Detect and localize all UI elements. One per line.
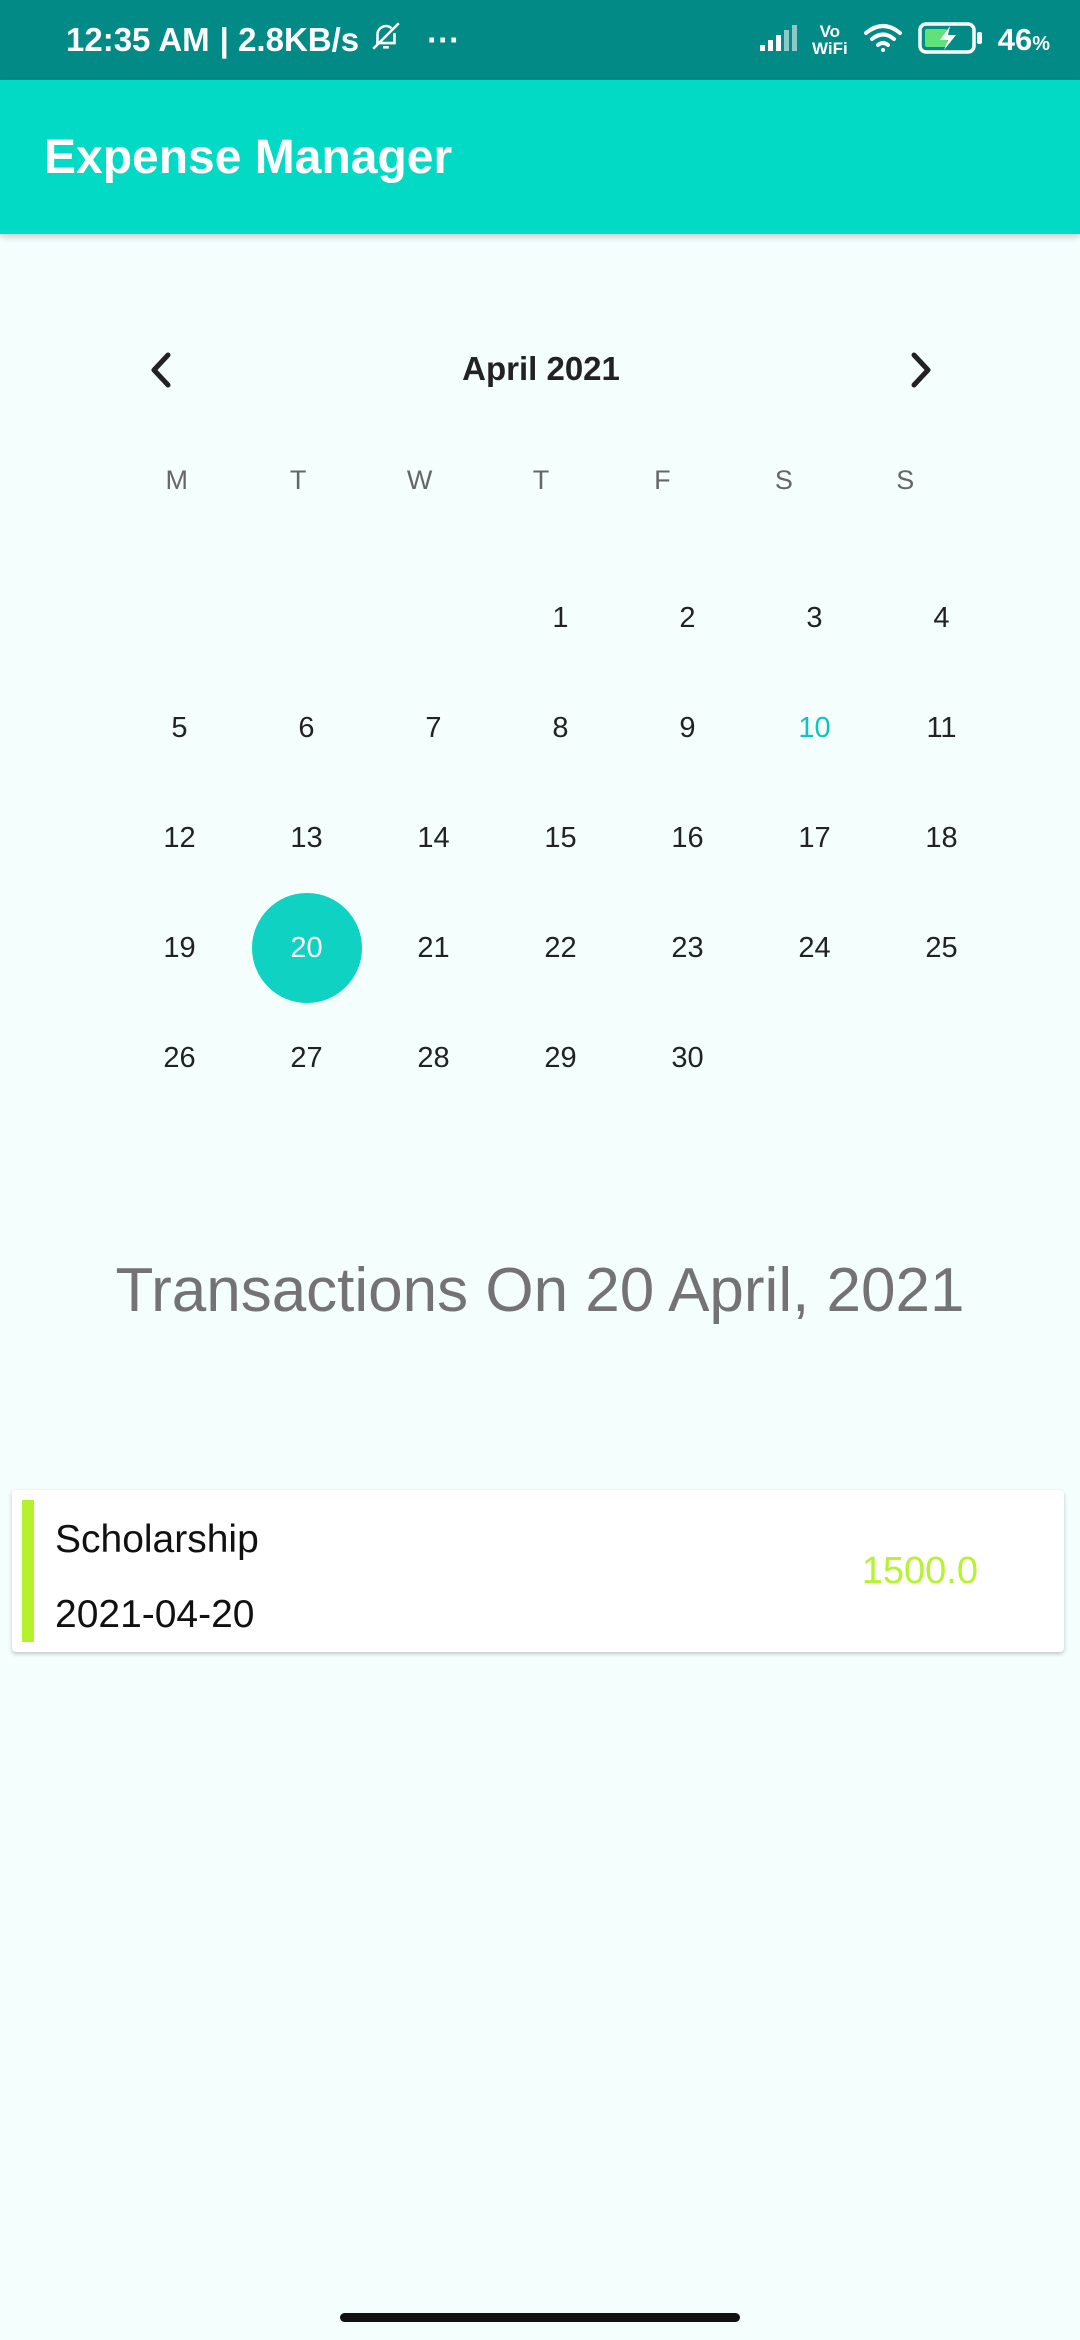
home-indicator[interactable] — [340, 2313, 740, 2322]
calendar-day-label: 13 — [290, 821, 323, 854]
calendar-day-label: 30 — [671, 1041, 704, 1074]
status-right: Vo WiFi 46% — [758, 0, 1050, 80]
calendar-day-22[interactable]: 22 — [497, 893, 624, 1003]
weekday-label: M — [165, 465, 188, 495]
calendar-day-24[interactable]: 24 — [751, 893, 878, 1003]
calendar-day-28[interactable]: 28 — [370, 1003, 497, 1113]
calendar-day-label: 26 — [163, 1041, 196, 1074]
calendar-header: April 2021 — [116, 330, 966, 410]
calendar-day-label: 25 — [925, 931, 958, 964]
bell-off-icon — [369, 19, 403, 61]
battery-unit: % — [1032, 33, 1050, 55]
status-time: 12:35 AM — [66, 21, 210, 58]
calendar-day-label: 16 — [671, 821, 704, 854]
calendar-day-8[interactable]: 8 — [497, 673, 624, 783]
app-bar: Expense Manager — [0, 80, 1080, 234]
calendar-day-15[interactable]: 15 — [497, 783, 624, 893]
calendar-day-label: 12 — [163, 821, 196, 854]
transaction-amount: 1500.0 — [861, 1550, 978, 1592]
calendar-day-label: 21 — [417, 931, 450, 964]
calendar-day-label: 28 — [417, 1041, 450, 1074]
vowifi-bottom: WiFi — [811, 39, 848, 58]
status-bar: 12:35 AM | 2.8KB/s ··· Vo WiFi 46% — [0, 0, 1080, 80]
calendar-day-4[interactable]: 4 — [878, 563, 1005, 673]
calendar-day-19[interactable]: 19 — [116, 893, 243, 1003]
battery-value: 46 — [997, 22, 1033, 57]
calendar-day-label: 1 — [552, 601, 569, 634]
weekday-label: S — [774, 465, 793, 495]
calendar-day-label: 29 — [544, 1041, 577, 1074]
days-grid: 1 2 3 4 5 6 7 8 9 10 11 12 13 14 15 16 17 18 19 20 21 22 23 24 2… — [116, 563, 1005, 1113]
calendar-day-3[interactable]: 3 — [751, 563, 878, 673]
calendar-day-label: 2 — [679, 601, 696, 634]
calendar-day-label: 8 — [552, 711, 569, 744]
calendar-day-23[interactable]: 23 — [624, 893, 751, 1003]
transaction-accent-bar — [22, 1500, 34, 1642]
calendar: April 2021 M T W T F S S 1 2 3 4 5 6 7 8 9 10 11 12… — [116, 330, 966, 1074]
chevron-right-icon — [911, 352, 931, 388]
weekday-label: T — [532, 465, 550, 495]
weekday-label: F — [654, 465, 671, 495]
battery-charging-icon — [917, 21, 984, 60]
status-more: ··· — [427, 21, 461, 58]
calendar-day-6[interactable]: 6 — [243, 673, 370, 783]
calendar-day-label: 5 — [171, 711, 188, 744]
calendar-day-25[interactable]: 25 — [878, 893, 1005, 1003]
app-title: Expense Manager — [44, 130, 453, 184]
calendar-day-5[interactable]: 5 — [116, 673, 243, 783]
calendar-day-label: 9 — [679, 711, 696, 744]
signal-icon — [758, 23, 798, 58]
calendar-day-label: 18 — [925, 821, 958, 854]
calendar-day-label: 4 — [933, 601, 950, 634]
calendar-day-label: 20 — [251, 893, 362, 1003]
weekday-label: W — [406, 465, 433, 495]
calendar-day-17[interactable]: 17 — [751, 783, 878, 893]
transaction-card[interactable]: Scholarship 2021-04-20 1500.0 — [12, 1490, 1064, 1652]
next-month-button[interactable] — [891, 340, 951, 400]
calendar-day-label: 10 — [798, 711, 831, 744]
calendar-day-13[interactable]: 13 — [243, 783, 370, 893]
battery-percentage: 46% — [998, 22, 1050, 58]
calendar-day-label: 27 — [290, 1041, 323, 1074]
calendar-day-14[interactable]: 14 — [370, 783, 497, 893]
transactions-heading: Transactions On 20 April, 2021 — [115, 1256, 965, 1325]
calendar-day-label: 3 — [806, 601, 823, 634]
calendar-day-1[interactable]: 1 — [497, 563, 624, 673]
calendar-day-18[interactable]: 18 — [878, 783, 1005, 893]
wifi-icon — [862, 22, 904, 59]
calendar-day-label: 15 — [544, 821, 577, 854]
calendar-day-label: 19 — [163, 931, 196, 964]
calendar-day-label: 7 — [425, 711, 442, 744]
calendar-day-7[interactable]: 7 — [370, 673, 497, 783]
calendar-day-30[interactable]: 30 — [624, 1003, 751, 1113]
calendar-day-29[interactable]: 29 — [497, 1003, 624, 1113]
weekday-row: M T W T F S S — [116, 465, 966, 496]
transaction-date: 2021-04-20 — [55, 1593, 255, 1636]
calendar-day-20[interactable]: 20 — [243, 893, 370, 1003]
transaction-title: Scholarship — [55, 1518, 259, 1561]
calendar-day-label: 23 — [671, 931, 704, 964]
month-label: April 2021 — [462, 350, 620, 387]
calendar-day-label: 22 — [544, 931, 577, 964]
status-net-speed: | 2.8KB/s — [219, 21, 360, 58]
calendar-day-label: 6 — [298, 711, 315, 744]
calendar-day-26[interactable]: 26 — [116, 1003, 243, 1113]
status-left: 12:35 AM | 2.8KB/s ··· — [66, 0, 460, 80]
weekday-label: T — [289, 465, 307, 495]
calendar-day-16[interactable]: 16 — [624, 783, 751, 893]
calendar-day-10[interactable]: 10 — [751, 673, 878, 783]
calendar-day-2[interactable]: 2 — [624, 563, 751, 673]
weekday-label: S — [896, 465, 915, 495]
calendar-day-9[interactable]: 9 — [624, 673, 751, 783]
calendar-day-21[interactable]: 21 — [370, 893, 497, 1003]
vowifi-indicator: Vo WiFi — [812, 23, 848, 57]
calendar-day-27[interactable]: 27 — [243, 1003, 370, 1113]
calendar-day-12[interactable]: 12 — [116, 783, 243, 893]
calendar-day-11[interactable]: 11 — [878, 673, 1005, 783]
calendar-day-label: 14 — [417, 821, 450, 854]
calendar-day-label: 24 — [798, 931, 831, 964]
calendar-day-label: 17 — [798, 821, 831, 854]
calendar-day-label: 11 — [926, 711, 957, 744]
